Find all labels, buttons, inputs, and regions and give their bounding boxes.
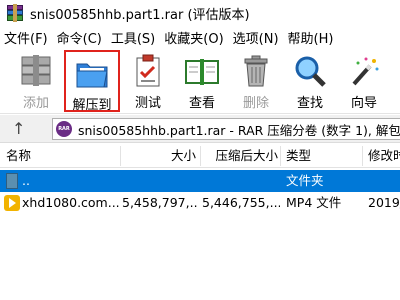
column-divider[interactable]: [120, 146, 121, 166]
delete-button[interactable]: 删除: [228, 50, 284, 112]
menu-options[interactable]: 选项(N): [229, 28, 284, 47]
row-name: xhd1080.com...: [22, 195, 120, 210]
up-arrow-icon[interactable]: ↑: [12, 119, 25, 138]
window-title: snis00585hhb.part1.rar (评估版本): [30, 7, 250, 23]
column-size[interactable]: 大小: [122, 144, 196, 168]
extract-label: 解压到: [72, 98, 112, 113]
magnifier-icon: [295, 56, 326, 87]
book-view-icon: [185, 59, 219, 85]
view-label: 查看: [188, 96, 215, 111]
delete-label: 删除: [242, 96, 269, 111]
row-size: [122, 170, 196, 192]
wizard-label: 向导: [350, 96, 377, 111]
row-modified: 2019/: [368, 195, 400, 210]
add-button[interactable]: 添加: [8, 50, 64, 112]
column-divider[interactable]: [280, 146, 281, 166]
magic-wand-icon: [352, 57, 379, 86]
wizard-button[interactable]: 向导: [336, 50, 392, 112]
row-packed-size: 5,446,755,...: [202, 195, 280, 210]
folder-extract-icon: [76, 63, 108, 88]
winrar-logo-icon: [6, 4, 24, 22]
rar-archive-icon: RAR: [56, 121, 72, 137]
address-bar: ↑ RAR snis00585hhb.part1.rar - RAR 压缩分卷 …: [0, 115, 400, 143]
test-label: 测试: [134, 96, 161, 111]
row-packed-size: [202, 170, 278, 192]
trash-icon: [244, 55, 268, 87]
add-archive-icon: [21, 55, 51, 86]
column-divider[interactable]: [362, 146, 363, 166]
list-item-parent-folder[interactable]: .. 文件夹: [0, 170, 400, 192]
folder-icon: [6, 173, 18, 189]
video-file-icon: [4, 195, 20, 211]
row-modified: [368, 170, 400, 192]
row-size: 5,458,797,...: [122, 195, 198, 210]
add-label: 添加: [22, 96, 49, 111]
row-name: ..: [22, 173, 30, 188]
column-name[interactable]: 名称: [6, 144, 116, 168]
menu-favorites[interactable]: 收藏夹(O): [160, 28, 228, 47]
menu-tools[interactable]: 工具(S): [107, 28, 160, 47]
clipboard-check-icon: [136, 54, 160, 87]
list-item-file[interactable]: xhd1080.com... 5,458,797,... 5,446,755,.…: [0, 192, 400, 214]
find-button[interactable]: 查找: [282, 50, 338, 112]
address-field[interactable]: RAR snis00585hhb.part1.rar - RAR 压缩分卷 (数…: [52, 118, 400, 140]
column-divider[interactable]: [200, 146, 201, 166]
menu-help[interactable]: 帮助(H): [284, 28, 339, 47]
row-type: 文件夹: [286, 173, 324, 188]
column-type[interactable]: 类型: [286, 144, 350, 168]
view-button[interactable]: 查看: [174, 50, 230, 112]
address-path: snis00585hhb.part1.rar - RAR 压缩分卷 (数字 1)…: [78, 122, 400, 138]
toolbar: 添加 解压到 测试 查看 删除 查找 向导: [0, 48, 400, 114]
menu-file[interactable]: 文件(F): [0, 28, 53, 47]
file-list-header: 名称 大小 压缩后大小 类型 修改时: [0, 144, 400, 168]
title-bar: snis00585hhb.part1.rar (评估版本): [0, 0, 400, 26]
row-type: MP4 文件: [286, 195, 342, 210]
column-packed-size[interactable]: 压缩后大小: [202, 144, 278, 168]
menu-commands[interactable]: 命令(C): [53, 28, 107, 47]
find-label: 查找: [296, 96, 323, 111]
menu-bar: 文件(F) 命令(C) 工具(S) 收藏夹(O) 选项(N) 帮助(H): [0, 26, 400, 48]
test-button[interactable]: 测试: [120, 50, 176, 112]
column-modified[interactable]: 修改时: [368, 144, 400, 168]
extract-button[interactable]: 解压到: [64, 50, 120, 113]
